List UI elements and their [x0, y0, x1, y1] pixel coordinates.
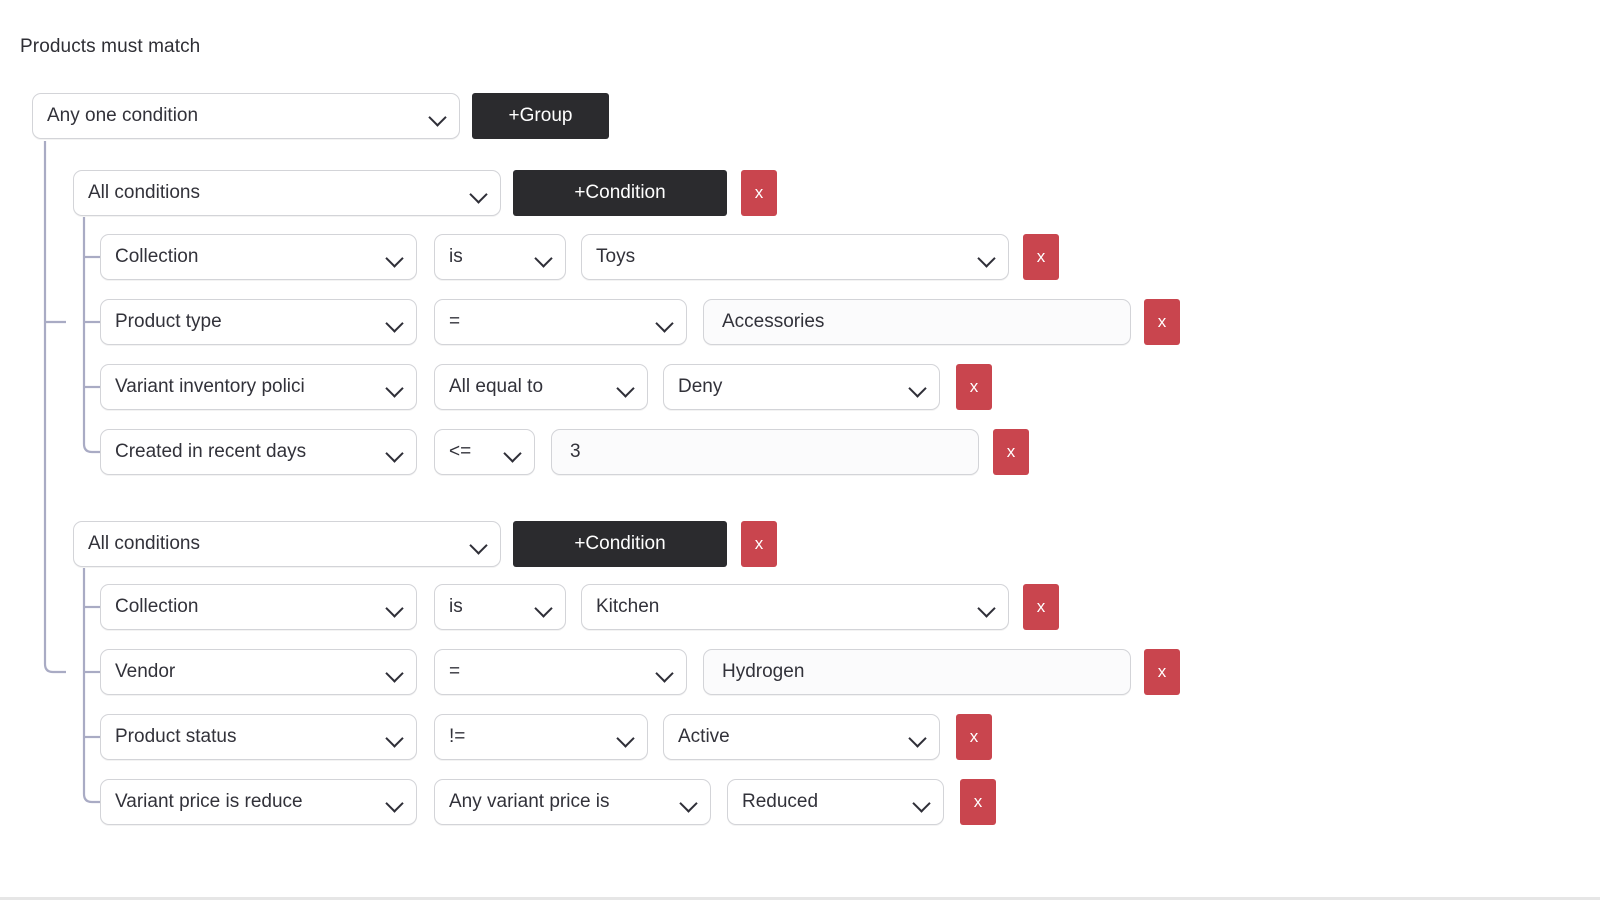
condition-operator-value: All equal to	[449, 376, 544, 397]
condition-field-value: Product type	[115, 311, 222, 332]
condition-remove-button[interactable]: x	[1144, 299, 1180, 345]
condition-remove-button[interactable]: x	[956, 364, 992, 410]
condition-remove-button[interactable]: x	[960, 779, 996, 825]
chevron-down-icon	[536, 602, 553, 613]
condition-remove-button[interactable]: x	[1144, 649, 1180, 695]
condition-operator-value: =	[449, 661, 461, 682]
condition-field-value: Variant inventory polici	[115, 376, 305, 397]
chevron-down-icon	[387, 667, 404, 678]
chevron-down-icon	[914, 797, 931, 808]
chevron-down-icon	[387, 732, 404, 743]
condition-field-select[interactable]: Product type	[100, 299, 417, 345]
condition-operator-value: is	[449, 596, 463, 617]
condition-field-select[interactable]: Product status	[100, 714, 417, 760]
condition-value: 3	[570, 441, 581, 462]
group-2-branch-line	[82, 568, 100, 804]
group-1-branch-line	[82, 217, 100, 454]
group-1-add-condition-button[interactable]: +Condition	[513, 170, 727, 216]
condition-operator-value: !=	[449, 726, 466, 747]
chevron-down-icon	[910, 732, 927, 743]
chevron-down-icon	[471, 188, 488, 199]
root-branch-line	[43, 141, 66, 674]
chevron-down-icon	[657, 317, 674, 328]
chevron-down-icon	[471, 539, 488, 550]
group-2-remove-button[interactable]: x	[741, 521, 777, 567]
chevron-down-icon	[430, 111, 447, 122]
group-1-match-mode-value: All conditions	[88, 182, 200, 203]
condition-value-input[interactable]: Accessories	[703, 299, 1131, 345]
chevron-down-icon	[618, 382, 635, 393]
condition-field-value: Variant price is reduce	[115, 791, 303, 812]
group-2-match-mode-value: All conditions	[88, 533, 200, 554]
condition-operator-value: Any variant price is	[449, 791, 610, 812]
condition-value: Accessories	[722, 311, 825, 332]
condition-remove-button[interactable]: x	[1023, 234, 1059, 280]
condition-field-select[interactable]: Collection	[100, 234, 417, 280]
group-2-add-condition-button[interactable]: +Condition	[513, 521, 727, 567]
group-1-match-mode-select[interactable]: All conditions	[73, 170, 501, 216]
chevron-down-icon	[387, 447, 404, 458]
condition-value-select[interactable]: Deny	[663, 364, 940, 410]
condition-operator-select[interactable]: is	[434, 584, 566, 630]
condition-field-select[interactable]: Vendor	[100, 649, 417, 695]
chevron-down-icon	[536, 252, 553, 263]
condition-operator-value: is	[449, 246, 463, 267]
group-1-remove-button[interactable]: x	[741, 170, 777, 216]
condition-remove-button[interactable]: x	[993, 429, 1029, 475]
chevron-down-icon	[979, 252, 996, 263]
chevron-down-icon	[387, 797, 404, 808]
add-group-button[interactable]: +Group	[472, 93, 609, 139]
condition-field-value: Product status	[115, 726, 237, 747]
condition-operator-select[interactable]: is	[434, 234, 566, 280]
chevron-down-icon	[910, 382, 927, 393]
root-match-mode-value: Any one condition	[47, 105, 199, 126]
page-title: Products must match	[20, 36, 201, 57]
condition-value-select[interactable]: Reduced	[727, 779, 944, 825]
condition-builder-page: Products must match Any one condition +G…	[0, 0, 1600, 900]
condition-remove-button[interactable]: x	[1023, 584, 1059, 630]
root-match-mode-select[interactable]: Any one condition	[32, 93, 460, 139]
chevron-down-icon	[979, 602, 996, 613]
condition-value-select[interactable]: Toys	[581, 234, 1009, 280]
condition-value-input[interactable]: 3	[551, 429, 979, 475]
condition-field-select[interactable]: Variant price is reduce	[100, 779, 417, 825]
condition-field-value: Created in recent days	[115, 441, 307, 462]
condition-operator-select[interactable]: Any variant price is	[434, 779, 711, 825]
condition-field-select[interactable]: Variant inventory polici	[100, 364, 417, 410]
condition-value-select[interactable]: Kitchen	[581, 584, 1009, 630]
condition-operator-value: <=	[449, 441, 472, 462]
chevron-down-icon	[387, 382, 404, 393]
condition-operator-select[interactable]: =	[434, 299, 687, 345]
chevron-down-icon	[657, 667, 674, 678]
condition-operator-select[interactable]: All equal to	[434, 364, 648, 410]
chevron-down-icon	[681, 797, 698, 808]
condition-value: Deny	[678, 376, 723, 397]
condition-value: Kitchen	[596, 596, 660, 617]
condition-operator-select[interactable]: !=	[434, 714, 648, 760]
chevron-down-icon	[387, 317, 404, 328]
condition-operator-select[interactable]: <=	[434, 429, 535, 475]
condition-operator-value: =	[449, 311, 461, 332]
condition-field-value: Collection	[115, 596, 199, 617]
condition-value: Hydrogen	[722, 661, 805, 682]
chevron-down-icon	[387, 602, 404, 613]
condition-value-input[interactable]: Hydrogen	[703, 649, 1131, 695]
condition-value: Toys	[596, 246, 636, 267]
chevron-down-icon	[505, 447, 522, 458]
condition-field-select[interactable]: Collection	[100, 584, 417, 630]
condition-field-value: Collection	[115, 246, 199, 267]
condition-remove-button[interactable]: x	[956, 714, 992, 760]
condition-operator-select[interactable]: =	[434, 649, 687, 695]
chevron-down-icon	[618, 732, 635, 743]
condition-value: Active	[678, 726, 730, 747]
condition-field-value: Vendor	[115, 661, 176, 682]
group-2-match-mode-select[interactable]: All conditions	[73, 521, 501, 567]
chevron-down-icon	[387, 252, 404, 263]
condition-value-select[interactable]: Active	[663, 714, 940, 760]
condition-field-select[interactable]: Created in recent days	[100, 429, 417, 475]
condition-value: Reduced	[742, 791, 819, 812]
